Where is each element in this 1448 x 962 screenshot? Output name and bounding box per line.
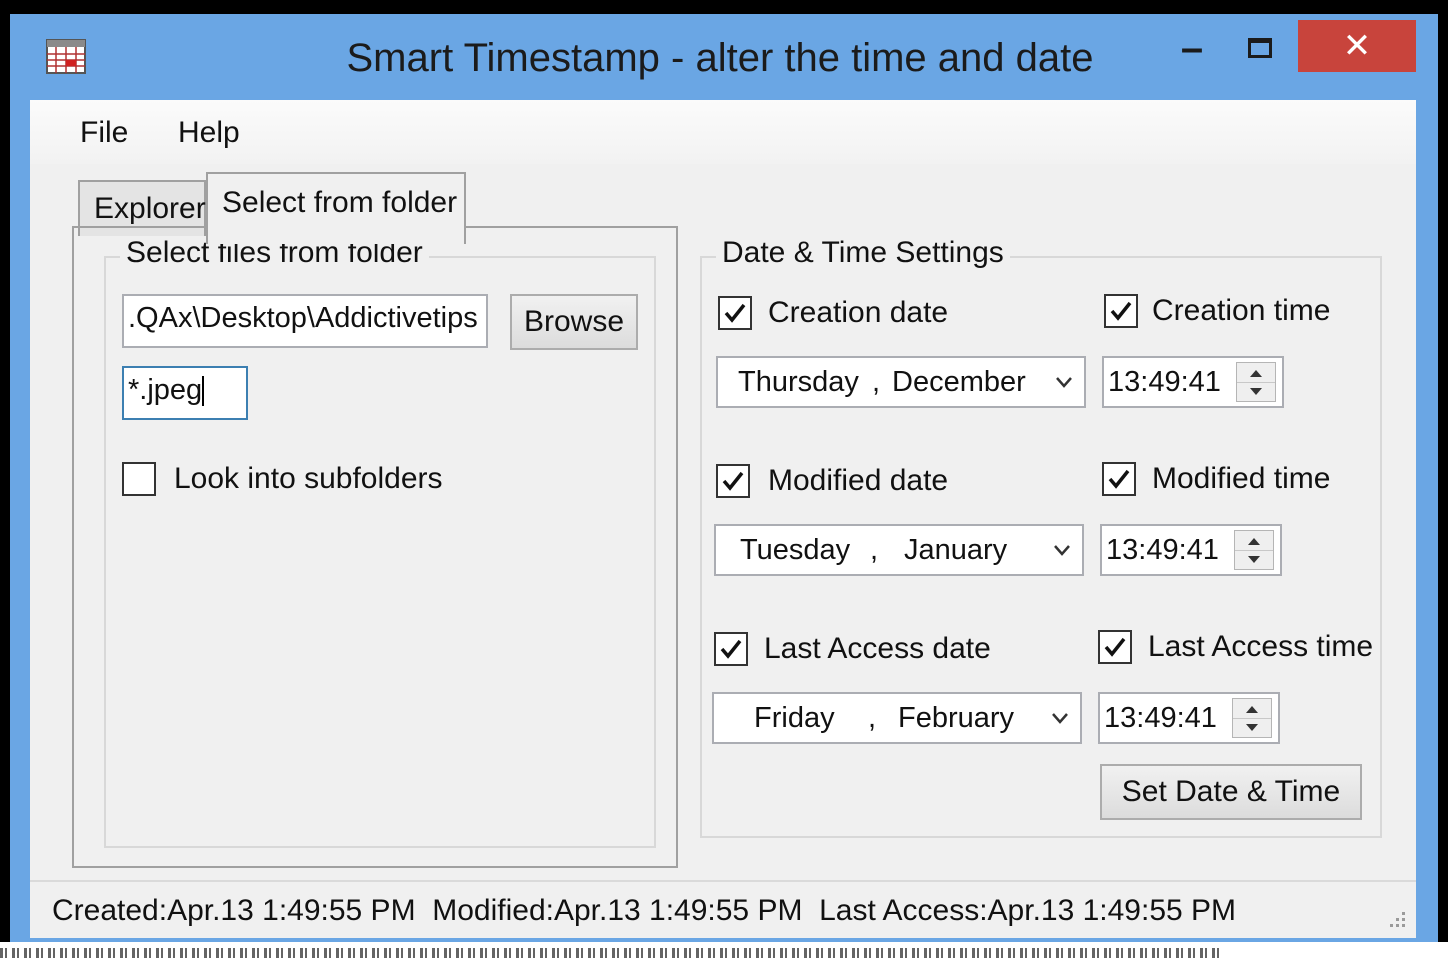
- minimize-button[interactable]: –: [1170, 22, 1214, 74]
- date-separator: ,: [868, 702, 877, 734]
- modified-time-checkbox[interactable]: [1102, 462, 1136, 496]
- check-icon: [722, 471, 744, 491]
- tab-select-from-folder[interactable]: Select from folder: [206, 172, 466, 244]
- status-text: Created:Apr.13 1:49:55 PM Modified:Apr.1…: [52, 894, 1237, 927]
- browse-button[interactable]: Browse: [510, 294, 638, 350]
- arrow-up-icon: [1248, 537, 1260, 545]
- modified-date-picker[interactable]: Tuesday , January: [714, 524, 1084, 576]
- modified-month: January: [904, 534, 1008, 566]
- datetime-group-label: Date & Time Settings: [716, 236, 1010, 270]
- spin-up-button[interactable]: [1233, 699, 1271, 719]
- chevron-down-icon: [1054, 545, 1070, 556]
- status-bar: Created:Apr.13 1:49:55 PM Modified:Apr.1…: [30, 880, 1416, 938]
- folder-groupbox: Select files from folder .QAx\Desktop\Ad…: [104, 236, 656, 848]
- cropped-text-fragment: [0, 948, 1220, 958]
- calendar-icon[interactable]: [46, 38, 86, 74]
- last-access-date-checkbox[interactable]: [714, 632, 748, 666]
- spin-down-button[interactable]: [1235, 550, 1273, 569]
- creation-date-checkbox[interactable]: [718, 296, 752, 330]
- modified-time-value: 13:49:41: [1106, 534, 1219, 566]
- date-separator: ,: [872, 366, 881, 398]
- creation-time-spinner[interactable]: 13:49:41: [1102, 356, 1284, 408]
- time-spin-buttons: [1232, 698, 1272, 738]
- arrow-down-icon: [1246, 723, 1258, 731]
- folder-path-input[interactable]: .QAx\Desktop\Addictivetips: [122, 294, 488, 348]
- modified-time-label: Modified time: [1152, 462, 1331, 495]
- modified-day: Tuesday: [740, 534, 851, 566]
- arrow-up-icon: [1246, 705, 1258, 713]
- filter-value: *.jpeg: [128, 374, 203, 406]
- last-access-date-label: Last Access date: [764, 632, 991, 665]
- creation-time-label: Creation time: [1152, 294, 1331, 327]
- arrow-up-icon: [1250, 369, 1262, 377]
- last-access-time-checkbox[interactable]: [1098, 630, 1132, 664]
- chevron-down-icon: [1056, 377, 1072, 388]
- modified-date-checkbox[interactable]: [716, 464, 750, 498]
- app-window: Smart Timestamp - alter the time and dat…: [10, 14, 1438, 942]
- creation-month: December: [892, 366, 1026, 398]
- creation-time-checkbox[interactable]: [1104, 294, 1138, 328]
- spin-down-button[interactable]: [1237, 382, 1275, 401]
- creation-date-picker[interactable]: Thursday , December: [716, 356, 1086, 408]
- last-access-month: February: [898, 702, 1015, 734]
- client-area: File Help Explorer Select from folder Se…: [30, 100, 1416, 938]
- arrow-down-icon: [1250, 387, 1262, 395]
- maximize-icon: [1248, 38, 1272, 58]
- check-icon: [720, 639, 742, 659]
- date-separator: ,: [870, 534, 879, 566]
- creation-date-label: Creation date: [768, 296, 949, 329]
- cropped-page-text: [0, 942, 1448, 962]
- last-access-time-value: 13:49:41: [1104, 702, 1217, 734]
- subfolders-label: Look into subfolders: [174, 462, 443, 495]
- last-access-time-label: Last Access time: [1148, 630, 1374, 663]
- menu-bar: File Help: [30, 100, 1416, 164]
- modified-date-label: Modified date: [768, 464, 949, 497]
- text-caret: [202, 376, 205, 407]
- last-access-time-spinner[interactable]: 13:49:41: [1098, 692, 1280, 744]
- chevron-down-icon: [1052, 713, 1068, 724]
- tab-panel: Select files from folder .QAx\Desktop\Ad…: [72, 226, 678, 868]
- datetime-groupbox: Date & Time Settings Creation date Creat…: [700, 236, 1382, 838]
- menu-file[interactable]: File: [80, 116, 128, 150]
- check-icon: [724, 303, 746, 323]
- spin-down-button[interactable]: [1233, 718, 1271, 737]
- modified-time-spinner[interactable]: 13:49:41: [1100, 524, 1282, 576]
- last-access-day: Friday: [754, 702, 835, 734]
- time-spin-buttons: [1234, 530, 1274, 570]
- menu-help[interactable]: Help: [178, 116, 240, 150]
- arrow-down-icon: [1248, 555, 1260, 563]
- time-spin-buttons: [1236, 362, 1276, 402]
- maximize-button[interactable]: [1238, 22, 1282, 74]
- resize-grip-icon[interactable]: [1384, 906, 1408, 930]
- set-date-time-button[interactable]: Set Date & Time: [1100, 764, 1362, 820]
- file-filter-input[interactable]: *.jpeg: [122, 366, 248, 420]
- window-title: Smart Timestamp - alter the time and dat…: [346, 36, 1094, 80]
- check-icon: [1110, 301, 1132, 321]
- spin-up-button[interactable]: [1235, 531, 1273, 551]
- creation-day: Thursday: [738, 366, 859, 398]
- subfolders-checkbox[interactable]: [122, 462, 156, 496]
- check-icon: [1108, 469, 1130, 489]
- last-access-date-picker[interactable]: Friday , February: [712, 692, 1082, 744]
- check-icon: [1104, 637, 1126, 657]
- spin-up-button[interactable]: [1237, 363, 1275, 383]
- close-button[interactable]: ✕: [1298, 20, 1416, 72]
- creation-time-value: 13:49:41: [1108, 366, 1221, 398]
